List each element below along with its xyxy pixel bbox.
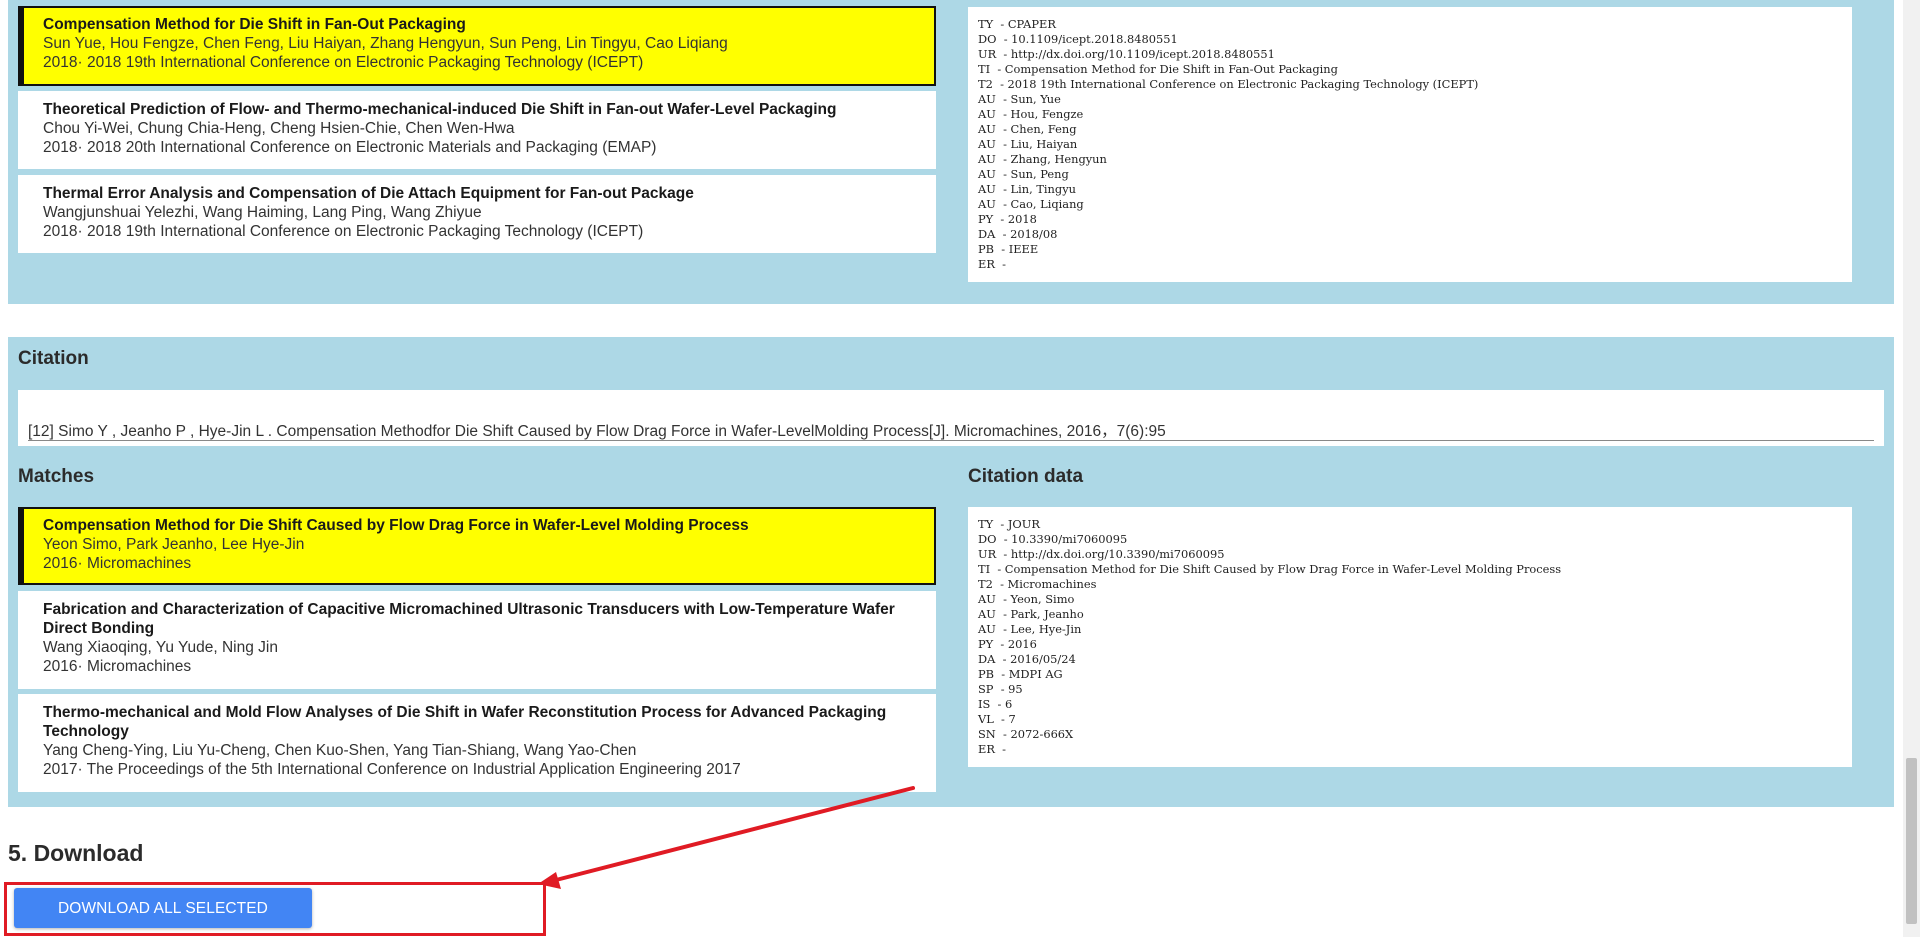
citation-data-line: AU - Sun, Yue: [978, 92, 1061, 106]
match-authors: Chou Yi-Wei, Chung Chia-Heng, Cheng Hsie…: [43, 120, 515, 137]
match-item[interactable]: Thermo-mechanical and Mold Flow Analyses…: [18, 694, 936, 792]
citation-data-line: SN - 2072-666X: [978, 727, 1074, 741]
citation-data-line: DO - 10.3390/mi7060095: [978, 532, 1128, 546]
citation-data-line: PB - MDPI AG: [978, 667, 1063, 681]
citation-data-line: AU - Liu, Haiyan: [978, 137, 1078, 151]
match-venue: 2016· Micromachines: [43, 555, 192, 572]
match-title: Fabrication and Characterization of Capa…: [43, 601, 895, 637]
citation-data-line: PB - IEEE: [978, 242, 1039, 256]
match-authors: Sun Yue, Hou Fengze, Chen Feng, Liu Haiy…: [43, 35, 728, 52]
match-title: Thermo-mechanical and Mold Flow Analyses…: [43, 704, 887, 740]
citation-data-line: IS - 6: [978, 697, 1013, 711]
citation-data-line: T2 - 2018 19th International Conference …: [978, 77, 1479, 91]
citation-data-line: AU - Cao, Liqiang: [978, 197, 1084, 211]
match-venue: 2018· 2018 20th International Conference…: [43, 139, 657, 156]
citation-data-line: TY - CPAPER: [978, 17, 1056, 31]
match-venue: 2016· Micromachines: [43, 658, 192, 675]
citation-data-line: AU - Lee, Hye-Jin: [978, 622, 1082, 636]
match-title: Thermal Error Analysis and Compensation …: [43, 185, 694, 202]
citation-data-line: VL - 7: [978, 712, 1016, 726]
match-title: Theoretical Prediction of Flow- and Ther…: [43, 101, 837, 118]
match-item[interactable]: Fabrication and Characterization of Capa…: [18, 591, 936, 689]
match-item[interactable]: Theoretical Prediction of Flow- and Ther…: [18, 91, 936, 169]
citation-data-line: ER -: [978, 257, 1006, 271]
citation-data-line: AU - Chen, Feng: [978, 122, 1077, 136]
match-venue: 2017· The Proceedings of the 5th Interna…: [43, 761, 741, 778]
citation-data-line: PY - 2016: [978, 637, 1037, 651]
citation-data-line: T2 - Micromachines: [978, 577, 1097, 591]
match-authors: Yeon Simo, Park Jeanho, Lee Hye-Jin: [43, 536, 305, 553]
match-item-selected[interactable]: Compensation Method for Die Shift Caused…: [18, 507, 936, 585]
match-venue: 2018· 2018 19th International Conference…: [43, 223, 644, 240]
download-heading: 5. Download: [8, 840, 144, 866]
citation-data-line: AU - Sun, Peng: [978, 167, 1069, 181]
citation-input-underline: [28, 440, 1874, 441]
citation-data-line: AU - Hou, Fengze: [978, 107, 1084, 121]
citation-data-line: AU - Lin, Tingyu: [978, 182, 1076, 196]
match-title: Compensation Method for Die Shift Caused…: [43, 517, 749, 534]
match-authors: Wangjunshuai Yelezhi, Wang Haiming, Lang…: [43, 204, 482, 221]
citation-text: [12] Simo Y , Jeanho P , Hye-Jin L . Com…: [28, 423, 1166, 440]
scrollbar-thumb[interactable]: [1906, 758, 1917, 924]
page: Compensation Method for Die Shift in Fan…: [0, 0, 1920, 937]
citation-data-line: ER -: [978, 742, 1006, 756]
citation-data-line: SP - 95: [978, 682, 1023, 696]
citation-data-line: AU - Zhang, Hengyun: [978, 152, 1107, 166]
citation-input[interactable]: [12] Simo Y , Jeanho P , Hye-Jin L . Com…: [18, 390, 1884, 446]
citation-data-line: AU - Park, Jeanho: [978, 607, 1084, 621]
match-title: Compensation Method for Die Shift in Fan…: [43, 16, 466, 33]
citation-data-line: TY - JOUR: [978, 517, 1040, 531]
citation-data-line: PY - 2018: [978, 212, 1037, 226]
citation-data-line: TI - Compensation Method for Die Shift i…: [978, 62, 1338, 76]
match-item-selected[interactable]: Compensation Method for Die Shift in Fan…: [18, 6, 936, 86]
citation-data-box[interactable]: TY - JOUR DO - 10.3390/mi7060095 UR - http…: [968, 507, 1852, 767]
citation-data-line: UR - http://dx.doi.org/10.3390/mi7060095: [978, 547, 1225, 561]
citation-data-line: TI - Compensation Method for Die Shift C…: [978, 562, 1562, 576]
citation-data-line: DO - 10.1109/icept.2018.8480551: [978, 32, 1178, 46]
matches-heading: Matches: [18, 466, 95, 487]
match-venue: 2018· 2018 19th International Conference…: [43, 54, 644, 71]
citation-data-line: DA - 2016/05/24: [978, 652, 1076, 666]
citation-heading: Citation: [18, 348, 89, 369]
annotation-highlight-box: [4, 882, 546, 936]
citation-data-line: AU - Yeon, Simo: [978, 592, 1075, 606]
match-item[interactable]: Thermal Error Analysis and Compensation …: [18, 175, 936, 253]
match-authors: Wang Xiaoqing, Yu Yude, Ning Jin: [43, 639, 278, 656]
citation-data-box[interactable]: TY - CPAPER DO - 10.1109/icept.2018.84805…: [968, 7, 1852, 282]
match-authors: Yang Cheng-Ying, Liu Yu-Cheng, Chen Kuo-…: [43, 742, 637, 759]
citation-data-line: DA - 2018/08: [978, 227, 1058, 241]
citation-data-line: UR - http://dx.doi.org/10.1109/icept.201…: [978, 47, 1275, 61]
citation-data-heading: Citation data: [968, 466, 1084, 487]
